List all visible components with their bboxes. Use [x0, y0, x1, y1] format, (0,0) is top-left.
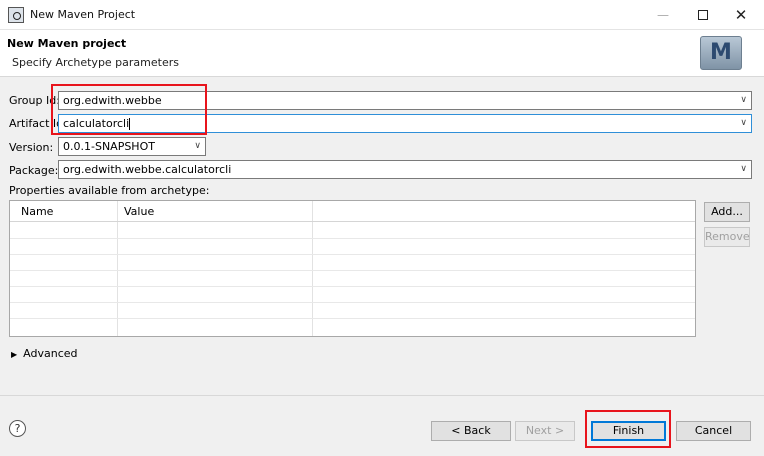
maximize-icon: [698, 9, 708, 20]
next-button[interactable]: Next >: [515, 421, 575, 441]
package-value: org.edwith.webbe.calculatorcli: [63, 163, 232, 176]
row-divider: [10, 254, 695, 255]
properties-table[interactable]: Name Value: [9, 200, 696, 337]
row-divider: [10, 318, 695, 319]
group-id-combo[interactable]: org.edwith.webbe ∨: [58, 91, 752, 110]
finish-button[interactable]: Finish: [591, 421, 666, 441]
package-label: Package:: [9, 164, 59, 177]
remove-property-button[interactable]: Remove: [704, 227, 750, 247]
properties-label: Properties available from archetype:: [9, 184, 210, 197]
eclipse-app-icon: [8, 7, 24, 23]
advanced-label: Advanced: [23, 347, 78, 360]
advanced-section-toggle[interactable]: ▶ Advanced: [11, 347, 78, 360]
back-button[interactable]: < Back: [431, 421, 511, 441]
version-label: Version:: [9, 141, 54, 154]
version-value: 0.0.1-SNAPSHOT: [63, 140, 155, 153]
maven-logo-icon: M: [700, 36, 742, 70]
header-divider: [10, 221, 695, 222]
row-divider: [10, 302, 695, 303]
row-divider: [10, 270, 695, 271]
text-cursor: [129, 118, 131, 130]
chevron-down-icon[interactable]: ∨: [740, 161, 747, 178]
title-bar: New Maven Project — ✕: [0, 0, 764, 30]
wizard-header: New Maven project Specify Archetype para…: [0, 30, 764, 77]
help-icon[interactable]: ?: [9, 420, 26, 437]
row-divider: [10, 238, 695, 239]
group-id-value: org.edwith.webbe: [63, 94, 162, 107]
footer-divider: [0, 395, 764, 396]
package-combo[interactable]: org.edwith.webbe.calculatorcli ∨: [58, 160, 752, 179]
chevron-down-icon[interactable]: ∨: [740, 115, 747, 132]
column-header-value[interactable]: Value: [124, 205, 154, 218]
chevron-down-icon[interactable]: ∨: [194, 138, 201, 155]
artifact-id-value: calculatorcli: [63, 117, 130, 130]
group-id-label: Group Id:: [9, 94, 60, 107]
window-title: New Maven Project: [30, 8, 136, 21]
chevron-down-icon[interactable]: ∨: [740, 92, 747, 109]
add-property-button[interactable]: Add...: [704, 202, 750, 222]
row-divider: [10, 286, 695, 287]
triangle-right-icon: ▶: [11, 349, 18, 359]
column-header-name[interactable]: Name: [21, 205, 53, 218]
page-title: New Maven project: [7, 37, 127, 50]
artifact-id-combo[interactable]: calculatorcli ∨: [58, 114, 752, 133]
page-subtitle: Specify Archetype parameters: [12, 56, 179, 69]
close-button[interactable]: ✕: [718, 0, 764, 30]
cancel-button[interactable]: Cancel: [676, 421, 751, 441]
version-combo[interactable]: 0.0.1-SNAPSHOT ∨: [58, 137, 206, 156]
